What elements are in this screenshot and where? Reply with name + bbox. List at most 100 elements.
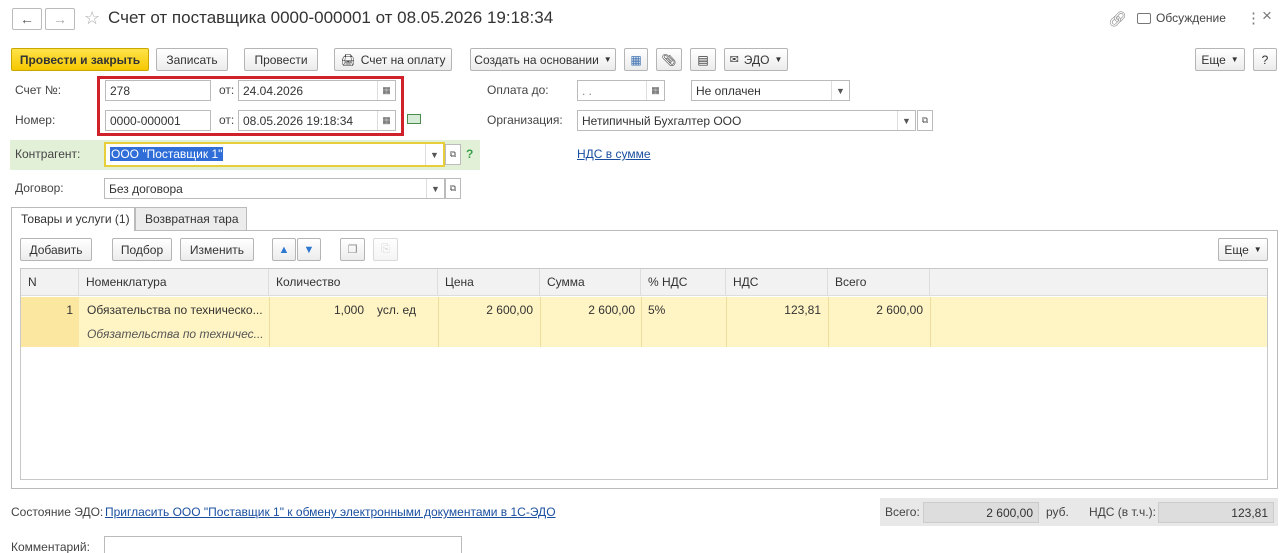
organization-label: Организация:	[487, 113, 563, 127]
structure-button[interactable]: ▦	[624, 48, 648, 71]
unit: усл. ед	[377, 303, 416, 317]
post-and-close-button[interactable]: Провести и закрыть	[11, 48, 149, 71]
add-row-button[interactable]: Добавить	[20, 238, 92, 261]
paste-icon: ⎘	[381, 243, 390, 255]
column-header[interactable]: N	[21, 269, 79, 296]
paperclip-icon: 📎︎	[661, 52, 677, 67]
row-number: 1	[66, 303, 73, 317]
currency-label: руб.	[1046, 505, 1069, 519]
calendar-icon[interactable]: ▦	[646, 81, 664, 100]
forward-button[interactable]: →	[45, 8, 75, 30]
vat-in-sum-link[interactable]: НДС в сумме	[577, 147, 651, 161]
total-value: 2 600,00	[923, 502, 1039, 523]
edo-invite-link[interactable]: Пригласить ООО "Поставщик 1" к обмену эл…	[105, 505, 556, 519]
post-button[interactable]: Провести	[244, 48, 318, 71]
arrow-right-icon: →	[53, 11, 67, 27]
open-contract-button[interactable]: ⧉	[445, 178, 461, 199]
edit-date-icon[interactable]	[407, 114, 421, 124]
column-header[interactable]: % НДС	[641, 269, 726, 296]
arrow-up-icon: ▲	[278, 243, 290, 256]
column-header-filler	[930, 269, 1267, 296]
organization-input[interactable]: Нетипичный Бухгалтер ООО ▼	[577, 110, 916, 131]
menu-dots-icon[interactable]: ⋮	[1246, 9, 1261, 27]
price: 2 600,00	[486, 303, 533, 317]
column-header[interactable]: НДС	[726, 269, 828, 296]
create-based-on-button[interactable]: Создать на основании ▼	[470, 48, 616, 71]
caret-down-icon: ▼	[774, 55, 783, 64]
report-button[interactable]: ▤	[690, 48, 716, 71]
paste-button[interactable]: ⎘	[373, 238, 398, 261]
column-header[interactable]: Количество	[269, 269, 438, 296]
attach-button[interactable]: 📎︎	[656, 48, 682, 71]
printer-icon: 🖨︎	[340, 52, 356, 67]
save-button[interactable]: Записать	[156, 48, 228, 71]
hierarchy-icon: ▦	[630, 52, 642, 67]
vat-total-label: НДС (в т.ч.):	[1089, 505, 1156, 519]
number-label: Номер:	[15, 113, 56, 127]
edo-status-label: Состояние ЭДО:	[11, 505, 104, 519]
open-icon: ⧉	[921, 115, 929, 125]
change-button[interactable]: Изменить	[180, 238, 254, 261]
vat-total-value: 123,81	[1158, 502, 1274, 523]
copy-icon: ❐	[347, 244, 358, 256]
pay-until-label: Оплата до:	[487, 83, 549, 97]
table-more-button[interactable]: Еще ▼	[1218, 238, 1268, 261]
contract-input[interactable]: Без договора ▼	[104, 178, 445, 199]
arrow-left-icon: ←	[20, 11, 34, 27]
caret-down-icon: ▼	[1253, 245, 1262, 254]
column-header[interactable]: Сумма	[540, 269, 641, 296]
open-organization-button[interactable]: ⧉	[917, 110, 933, 131]
document-icon: ▤	[697, 52, 709, 67]
goods-table: N Номенклатура Количество Цена Сумма % Н…	[20, 268, 1268, 480]
contractor-input[interactable]: ООО "Поставщик 1" ▼	[104, 142, 445, 167]
vat-rate: 5%	[648, 303, 666, 317]
favorite-star-icon[interactable]: ☆	[84, 8, 100, 29]
caret-down-icon: ▼	[1230, 55, 1239, 64]
caret-down-icon: ▼	[603, 55, 612, 64]
column-header[interactable]: Всего	[828, 269, 930, 296]
open-icon: ⧉	[449, 149, 457, 159]
tab-returnable-packaging[interactable]: Возвратная тара	[135, 207, 247, 231]
item-content: Обязательства по техничес...	[87, 327, 264, 341]
contract-label: Договор:	[15, 181, 64, 195]
more-button[interactable]: Еще ▼	[1195, 48, 1245, 71]
select-button[interactable]: Подбор	[112, 238, 172, 261]
arrow-down-icon: ▼	[303, 243, 315, 256]
quantity: 1,000	[333, 303, 364, 317]
chevron-down-icon[interactable]: ▼	[425, 144, 443, 165]
tab-goods-services[interactable]: Товары и услуги (1)	[11, 207, 135, 231]
move-up-button[interactable]: ▲	[272, 238, 296, 261]
item-name: Обязательства по техническо...	[87, 303, 263, 317]
chevron-down-icon[interactable]: ▼	[897, 111, 915, 130]
invoice-payment-button[interactable]: 🖨︎ Счет на оплату	[334, 48, 452, 71]
chat-bubble-icon	[1137, 12, 1151, 24]
invoice-no-label: Счет №:	[15, 83, 62, 97]
discuss-button[interactable]: Обсуждение	[1137, 11, 1226, 25]
window-title: Счет от поставщика 0000-000001 от 08.05.…	[108, 8, 554, 27]
help-mark[interactable]: ?	[466, 147, 473, 161]
vat-amount: 123,81	[784, 303, 821, 317]
comment-input[interactable]	[104, 536, 462, 553]
comment-label: Комментарий:	[11, 540, 90, 553]
pay-until-input[interactable]: . . ▦	[577, 80, 665, 101]
total: 2 600,00	[876, 303, 923, 317]
help-button[interactable]: ?	[1253, 48, 1277, 71]
payment-status-select[interactable]: Не оплачен ▼	[691, 80, 850, 101]
open-icon: ⧉	[449, 183, 457, 193]
highlight-box	[97, 76, 404, 136]
chevron-down-icon[interactable]: ▼	[426, 179, 444, 198]
contractor-label: Контрагент:	[15, 147, 81, 161]
link-icon[interactable]: 🔗︎	[1108, 10, 1127, 28]
column-header[interactable]: Номенклатура	[79, 269, 269, 296]
sum: 2 600,00	[588, 303, 635, 317]
chevron-down-icon[interactable]: ▼	[831, 81, 849, 100]
move-down-button[interactable]: ▼	[297, 238, 321, 261]
edo-button[interactable]: ✉ ЭДО ▼	[724, 48, 788, 71]
close-icon[interactable]: ×	[1262, 6, 1272, 26]
edo-icon: ✉	[729, 54, 739, 66]
copy-button[interactable]: ❐	[340, 238, 365, 261]
open-contractor-button[interactable]: ⧉	[445, 144, 461, 165]
column-header[interactable]: Цена	[438, 269, 540, 296]
back-button[interactable]: ←	[12, 8, 42, 30]
total-label: Всего:	[885, 505, 920, 519]
